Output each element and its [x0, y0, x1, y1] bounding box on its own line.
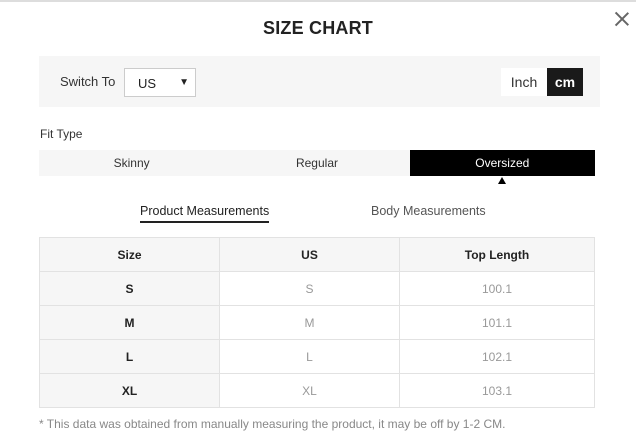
us-cell: S — [219, 271, 400, 306]
size-cell: M — [39, 305, 220, 340]
top-length-cell: 102.1 — [399, 339, 595, 374]
column-header-size: Size — [39, 237, 220, 272]
fit-type-tabs: Skinny Regular Oversized — [39, 150, 595, 176]
us-cell: M — [219, 305, 400, 340]
unit-switch-bar: Switch To US ▼ Inch cm — [39, 56, 600, 107]
us-cell: L — [219, 339, 400, 374]
fit-skinny-tab[interactable]: Skinny — [39, 150, 224, 176]
region-select-value: US — [138, 76, 157, 91]
fit-type-label: Fit Type — [40, 127, 83, 141]
modal-title: SIZE CHART — [263, 18, 373, 38]
fit-oversized-tab[interactable]: Oversized — [409, 150, 595, 176]
top-length-cell: 103.1 — [399, 373, 595, 408]
table-row: XL XL 103.1 — [39, 373, 595, 408]
size-cell: L — [39, 339, 220, 374]
top-length-cell: 101.1 — [399, 305, 595, 340]
table-row: L L 102.1 — [39, 339, 595, 374]
fit-regular-tab[interactable]: Regular — [224, 150, 409, 176]
unit-cm-button[interactable]: cm — [547, 68, 583, 96]
tab-body-measurements[interactable]: Body Measurements — [371, 204, 486, 221]
chevron-down-icon: ▼ — [179, 77, 189, 88]
table-header-row: Size US Top Length — [39, 237, 595, 272]
size-chart-modal: SIZE CHART Switch To US ▼ Inch cm Fit Ty… — [0, 0, 636, 446]
column-header-top-length: Top Length — [399, 237, 595, 272]
table-row: M M 101.1 — [39, 305, 595, 340]
close-icon[interactable] — [614, 11, 630, 27]
table-row: S S 100.1 — [39, 271, 595, 306]
size-cell: S — [39, 271, 220, 306]
size-table: Size US Top Length S S 100.1 M M 101.1 L… — [39, 237, 595, 408]
tab-product-measurements[interactable]: Product Measurements — [140, 204, 270, 223]
region-select[interactable]: US ▼ — [124, 68, 196, 97]
column-header-us: US — [219, 237, 400, 272]
measurement-disclaimer: * This data was obtained from manually m… — [39, 417, 506, 431]
us-cell: XL — [219, 373, 400, 408]
top-length-cell: 100.1 — [399, 271, 595, 306]
unit-toggle: Inch cm — [501, 68, 583, 96]
active-tab-pointer-icon — [498, 177, 506, 184]
unit-inch-button[interactable]: Inch — [501, 68, 547, 96]
size-cell: XL — [39, 373, 220, 408]
switch-to-label: Switch To — [60, 74, 116, 89]
